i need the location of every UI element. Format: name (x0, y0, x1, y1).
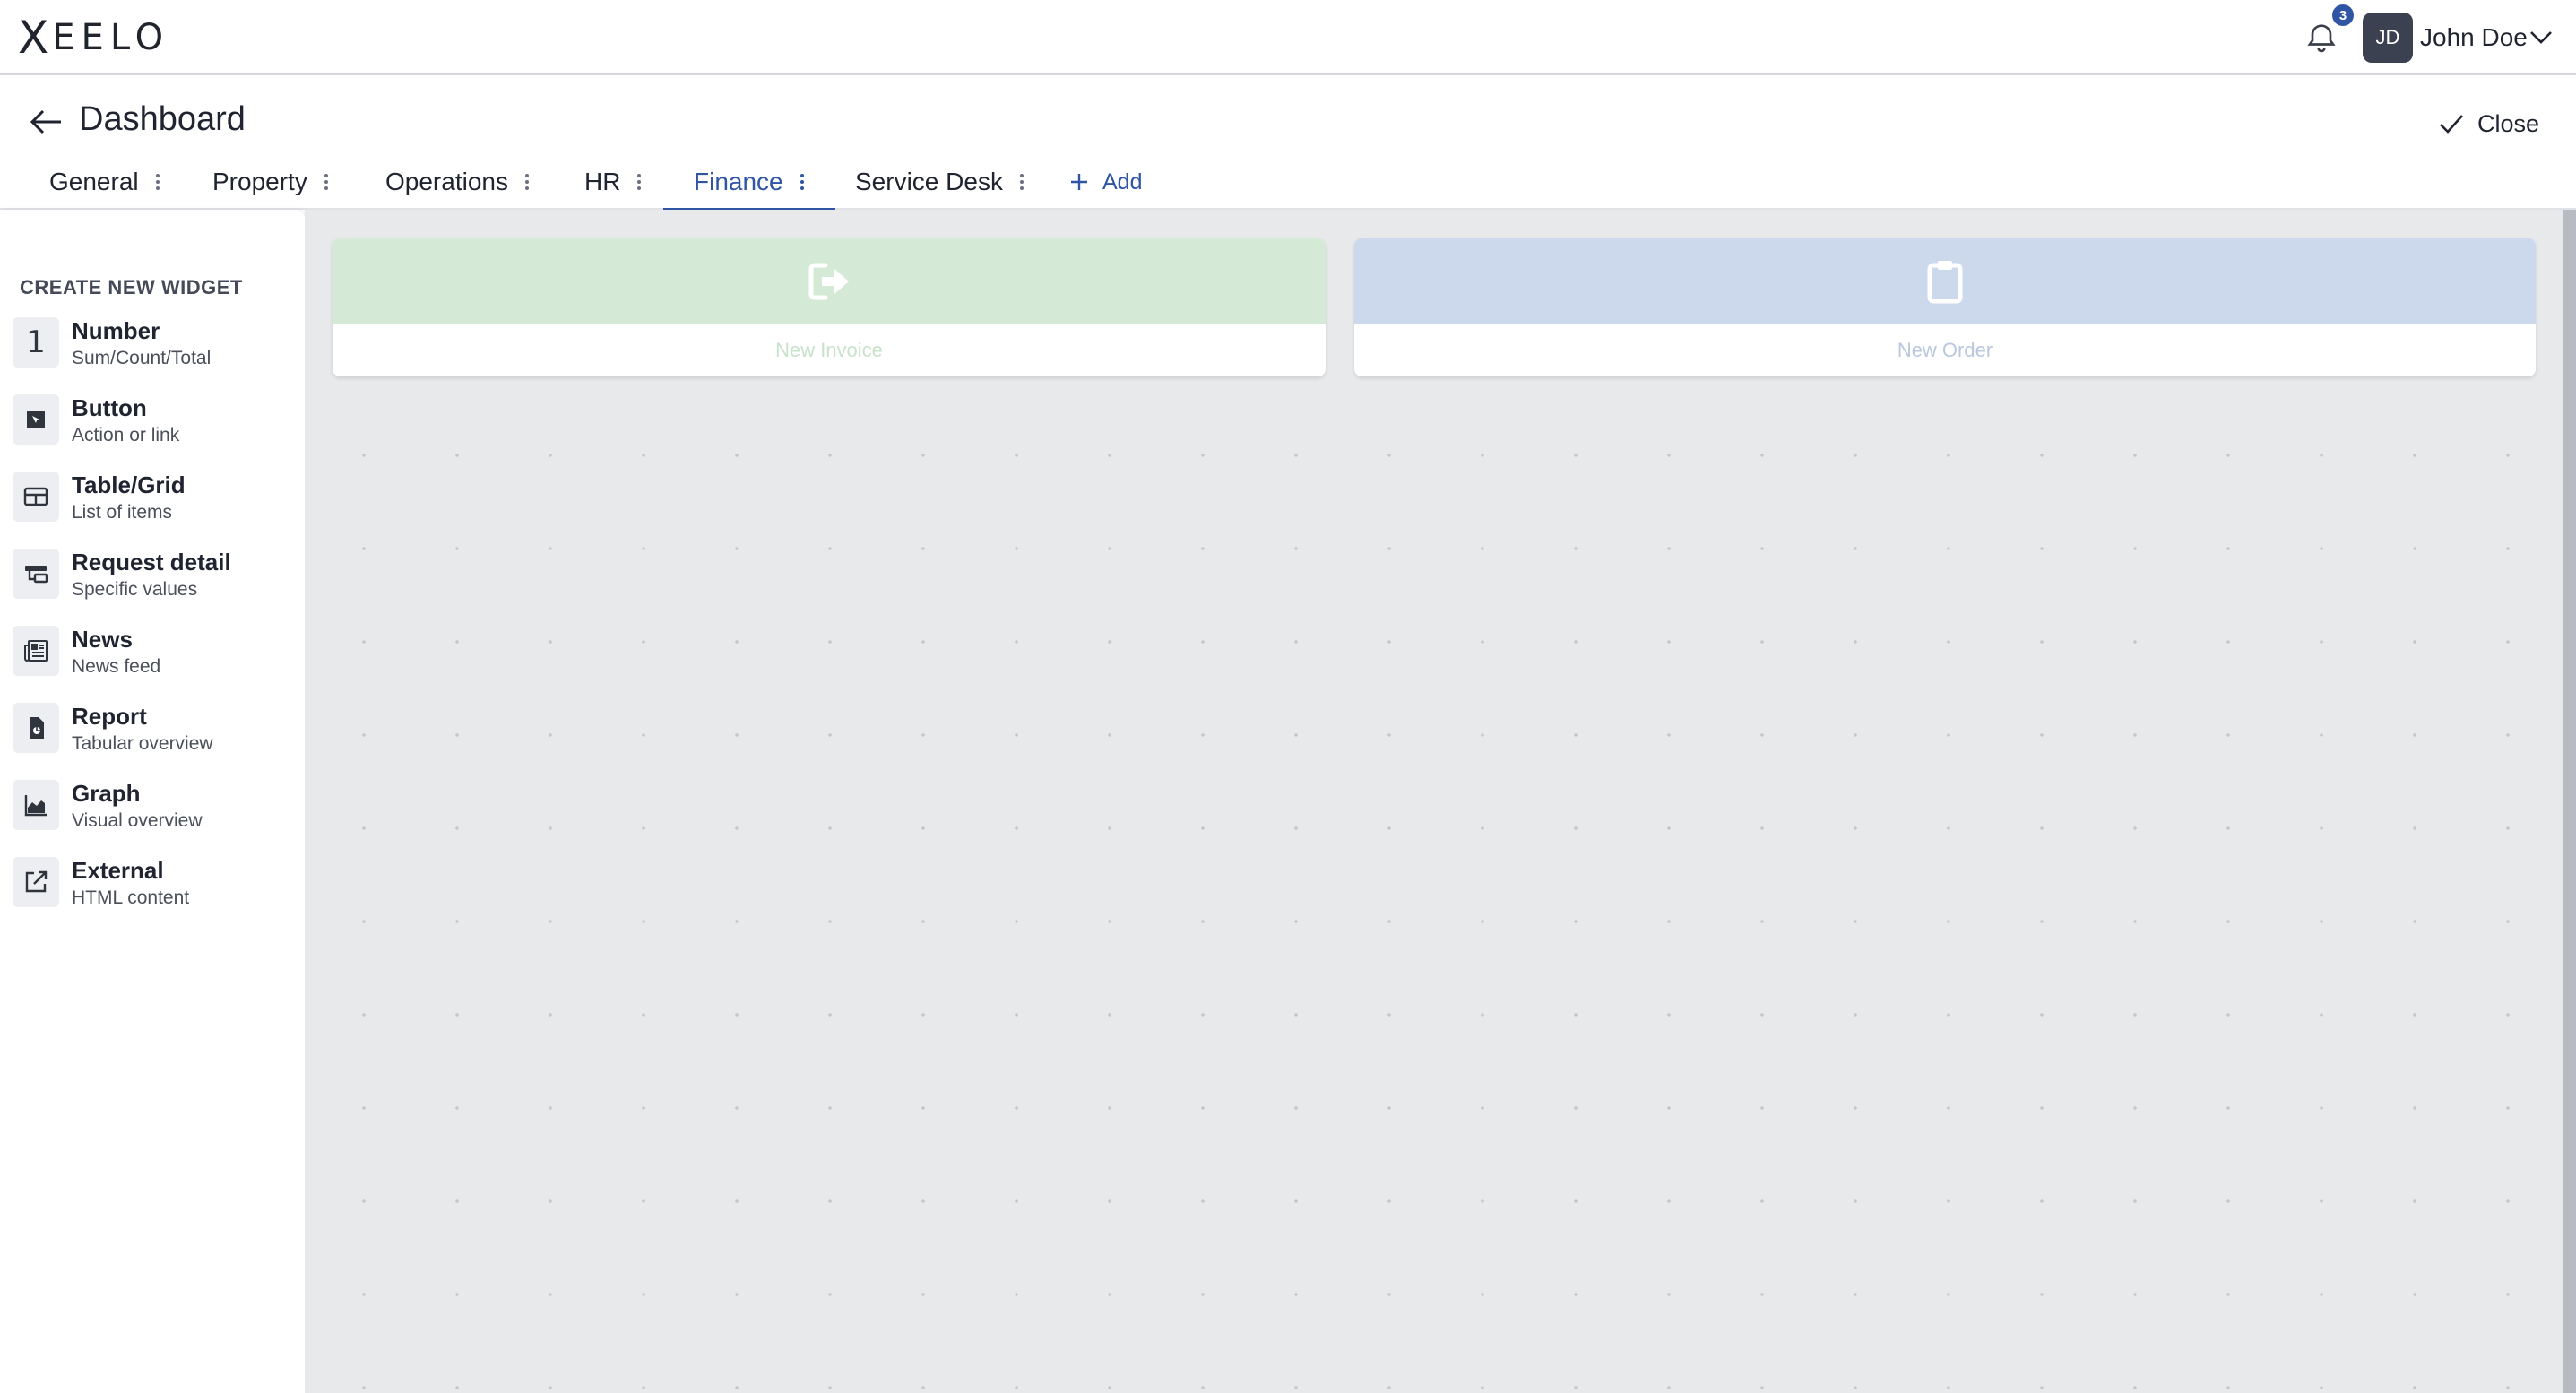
back-arrow-icon[interactable] (27, 106, 66, 138)
sidebar-title: CREATE NEW WIDGET (20, 276, 243, 298)
graph-icon (13, 780, 59, 830)
widget-header (333, 238, 1326, 324)
widget-option-graph[interactable]: Graph Visual overview (13, 778, 290, 848)
request-detail-icon (13, 549, 59, 599)
canvas-scrollbar[interactable] (2563, 210, 2576, 1393)
widget-option-desc: Specific values (72, 579, 198, 600)
sign-out-icon (808, 263, 849, 300)
widget-option-name: Graph (72, 780, 141, 807)
widget-option-desc: Action or link (72, 425, 180, 446)
tab-finance[interactable]: Finance (663, 154, 835, 212)
tab-label: General (49, 168, 139, 195)
widget-option-name: Report (72, 703, 147, 730)
user-name[interactable]: John Doe (2420, 22, 2528, 54)
widget-option-news[interactable]: News News feed (13, 624, 290, 694)
widget-option-button[interactable]: Button Action or link (13, 393, 290, 463)
widget-option-desc: Tabular overview (72, 733, 213, 754)
widget-new-invoice[interactable]: New Invoice (333, 238, 1326, 376)
report-icon (13, 703, 59, 753)
tab-service-desk[interactable]: Service Desk (855, 154, 1026, 210)
page-title: Dashboard (79, 100, 246, 138)
tab-operations[interactable]: Operations (385, 154, 532, 210)
widget-label: New Invoice (775, 339, 883, 361)
top-bar: X EELO 3 JD John Doe (0, 0, 2576, 75)
add-tab-button[interactable]: Add (1068, 154, 1142, 210)
widget-option-external[interactable]: External HTML content (13, 855, 290, 925)
widget-option-name: Table/Grid (72, 472, 186, 498)
widget-option-report[interactable]: Report Tabular overview (13, 701, 290, 771)
widget-option-number[interactable]: 1 Number Sum/Count/Total (13, 316, 290, 385)
tab-options-icon[interactable] (1017, 172, 1026, 192)
number-one-icon: 1 (13, 317, 59, 368)
widget-new-order[interactable]: New Order (1354, 238, 2536, 376)
tab-property[interactable]: Property (212, 154, 331, 210)
dashboard-tabs: General Property Operations HR Finance S… (0, 154, 2576, 212)
avatar[interactable]: JD (2363, 13, 2413, 63)
widget-option-request-detail[interactable]: Request detail Specific values (13, 547, 290, 617)
number-glyph: 1 (26, 324, 46, 360)
tab-label: Operations (385, 168, 508, 195)
tab-label: Property (212, 168, 307, 195)
tab-hr[interactable]: HR (584, 154, 644, 210)
checkmark-icon (2440, 115, 2463, 134)
tab-general[interactable]: General (49, 154, 162, 210)
widget-option-desc: HTML content (72, 887, 190, 908)
button-icon (13, 394, 59, 445)
close-button[interactable]: Close (2438, 106, 2539, 142)
table-icon (13, 472, 59, 522)
close-button-label: Close (2477, 109, 2540, 137)
widget-option-table[interactable]: Table/Grid List of items (13, 470, 290, 540)
tab-options-icon[interactable] (322, 172, 331, 192)
widget-option-name: Request detail (72, 549, 231, 575)
widget-option-name: News (72, 626, 133, 653)
widget-label: New Order (1897, 339, 1993, 361)
widget-option-desc: List of items (72, 502, 173, 523)
widget-option-desc: News feed (72, 656, 161, 677)
add-tab-label: Add (1102, 169, 1143, 195)
tab-options-icon[interactable] (635, 172, 644, 192)
widget-sidebar: CREATE NEW WIDGET 1 Number Sum/Count/Tot… (0, 210, 305, 1393)
tab-label: HR (584, 168, 621, 195)
plus-icon (1071, 174, 1087, 190)
tab-options-icon[interactable] (523, 172, 532, 192)
widget-option-name: Number (72, 317, 160, 344)
tab-label: Finance (694, 168, 783, 195)
widget-option-name: Button (72, 394, 147, 421)
external-link-icon (13, 857, 59, 907)
tab-label: Service Desk (855, 168, 1003, 195)
tab-options-icon[interactable] (153, 172, 162, 192)
dashboard-canvas[interactable] (305, 210, 2563, 1393)
widget-option-desc: Sum/Count/Total (72, 348, 212, 368)
notification-count-badge: 3 (2332, 4, 2354, 26)
tab-options-icon[interactable] (798, 172, 807, 192)
news-icon (13, 626, 59, 676)
clipboard-icon (1927, 261, 1963, 304)
widget-option-name: External (72, 857, 164, 884)
chevron-down-icon[interactable] (2528, 27, 2554, 48)
widget-header (1354, 238, 2536, 324)
xeelo-logo[interactable]: X EELO (18, 11, 169, 65)
widget-option-desc: Visual overview (72, 810, 203, 831)
bell-icon[interactable] (2304, 18, 2339, 57)
